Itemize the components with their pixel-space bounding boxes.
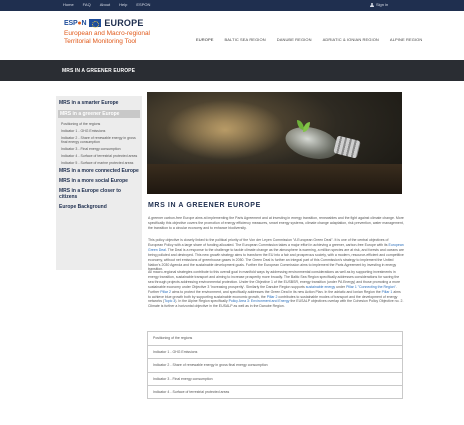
main-nav: EUROPE BALTIC SEA REGION DANUBE REGION A…	[196, 37, 422, 42]
sidebar-subitem-indicator-2[interactable]: Indicator 2 - Share of renewable energy …	[59, 136, 139, 145]
pillar-2-adriatic-link[interactable]: Pillar 2	[267, 295, 278, 299]
main-nav-alpine[interactable]: ALPINE REGION	[390, 37, 422, 42]
sign-in-label: Sign in	[376, 2, 389, 7]
p3-text-d: aims to protect the environment, and spe…	[170, 289, 382, 294]
main-nav-danube[interactable]: DANUBE REGION	[277, 37, 312, 42]
sidebar: MRS in a smarter Europe MRS in a greener…	[56, 96, 142, 270]
bulb-base	[333, 135, 361, 159]
indicator-row-1[interactable]: Indicator 1 - GHG Emissions	[147, 344, 403, 359]
europe-wordmark: EUROPE	[104, 18, 144, 28]
sidebar-item-social[interactable]: MRS in a more social Europe	[59, 178, 139, 184]
light-bulb-icon	[282, 121, 342, 165]
policy-area-3-link[interactable]: Policy Area 3: Environment and Energy	[229, 299, 290, 303]
sign-in-link[interactable]: Sign in	[370, 2, 388, 8]
top-nav-about[interactable]: About	[100, 2, 110, 8]
site-header: ESP●N EUROPE European and Macro-regional…	[0, 11, 464, 60]
page-title-band: MRS IN A GREENER EUROPE	[0, 60, 464, 81]
sidebar-item-connected[interactable]: MRS in a more connected Europe	[59, 168, 139, 174]
sidebar-subitem-indicator-4[interactable]: Indicator 4 - Surface of terrestrial pro…	[59, 154, 139, 158]
hero-image	[147, 92, 402, 194]
indicator-list: Positioning of the regions Indicator 1 -…	[147, 331, 403, 399]
indicator-row-2[interactable]: Indicator 2 - Share of renewable energy …	[147, 358, 403, 372]
p2-text-b: . The Deal is a response to the challeng…	[148, 247, 404, 272]
sidebar-subitem-indicator-5[interactable]: Indicator 5 - Surface of marine protecte…	[59, 161, 139, 165]
user-icon	[370, 3, 374, 7]
sidebar-item-smarter[interactable]: MRS in a smarter Europe	[59, 100, 139, 106]
sidebar-item-background[interactable]: Europe Background	[59, 204, 139, 210]
top-nav: Home FAQ About Help ESPON	[63, 2, 150, 8]
main-nav-baltic-sea[interactable]: BALTIC SEA REGION	[225, 37, 266, 42]
indicator-row-3[interactable]: Indicator 3 - Final energy consumption	[147, 371, 403, 386]
site-logo[interactable]: ESP●N EUROPE European and Macro-regional…	[64, 18, 150, 45]
sidebar-subitem-indicator-1[interactable]: Indicator 1 - GHG Emissions	[59, 129, 139, 133]
tool-title: European and Macro-regional Territorial …	[64, 30, 150, 45]
p2-text-a: This policy objective is closely linked …	[148, 238, 389, 247]
espon-logo: ESP●N	[64, 19, 87, 27]
content-title: MRS IN A GREENER EUROPE	[148, 202, 261, 209]
top-nav-home[interactable]: Home	[63, 2, 74, 8]
indicator-row-positioning[interactable]: Positioning of the regions	[147, 331, 403, 345]
hero-glow	[165, 100, 285, 160]
top-nav-help[interactable]: Help	[119, 2, 127, 8]
intro-paragraph: A greener carbon-free Europe aims at imp…	[148, 216, 404, 230]
hero-soil	[147, 164, 402, 194]
sidebar-subitem-positioning[interactable]: Positioning of the regions	[59, 122, 139, 126]
top-nav-espon[interactable]: ESPON	[136, 2, 150, 8]
sidebar-item-greener[interactable]: MRS in a greener Europe	[58, 110, 140, 118]
main-nav-adriatic-ionian[interactable]: ADRIATIC & IONIAN REGION	[323, 37, 379, 42]
p3-text-g: ). In the Alpine Region specifically	[175, 299, 229, 304]
page-title: MRS IN A GREENER EUROPE	[62, 68, 136, 74]
pillar-1-adriatic-link[interactable]: Pillar 1	[382, 290, 393, 294]
p3-text-b: under	[335, 284, 347, 289]
green-deal-paragraph: This policy objective is closely linked …	[148, 238, 404, 272]
sidebar-item-citizens[interactable]: MRS in a Europe closer to citizens	[59, 188, 139, 200]
tool-title-line2: Territorial Monitoring Tool	[64, 37, 137, 45]
pillar-1-connecting-link[interactable]: Pillar 1 "Connecting the Region"	[346, 285, 396, 289]
top-nav-faq[interactable]: FAQ	[83, 2, 91, 8]
pillar-2-danube-link[interactable]: Pillar 2	[160, 290, 171, 294]
tool-title-line1: European and Macro-regional	[64, 30, 150, 37]
sustainable-energy-link[interactable]: sustainable energy	[306, 285, 335, 289]
macro-regional-paragraph: All macro-regional strategies contribute…	[148, 270, 404, 309]
plant-sprout-icon	[297, 120, 311, 138]
eu-flag-icon	[89, 19, 102, 28]
logo-row: ESP●N EUROPE	[64, 18, 150, 28]
top-utility-bar: Home FAQ About Help ESPON Sign in	[0, 0, 464, 11]
sidebar-subitem-indicator-3[interactable]: Indicator 3 - Final energy consumption	[59, 147, 139, 151]
topic-3-link[interactable]: Topic 3	[164, 299, 175, 303]
indicator-row-4[interactable]: Indicator 4 - Surface of terrestrial pro…	[147, 385, 403, 399]
main-nav-europe[interactable]: EUROPE	[196, 37, 214, 42]
